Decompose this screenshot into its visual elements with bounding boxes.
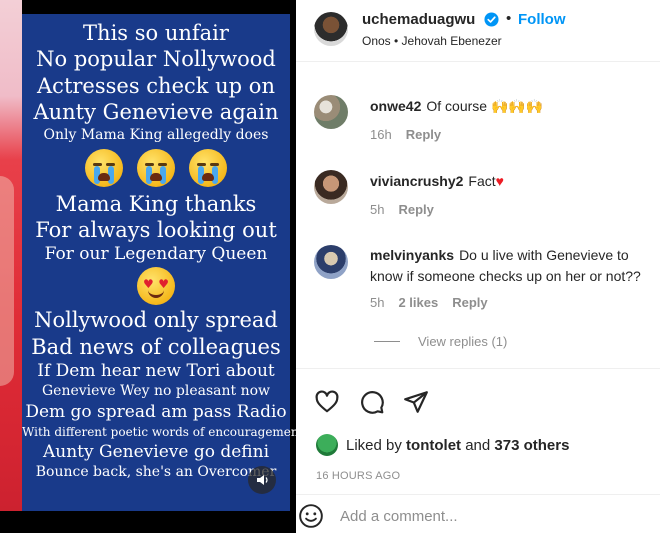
divider [296,494,660,495]
crying-emoji-row [22,145,290,191]
card-line: If Dem hear new Tori about [37,361,275,382]
follow-button[interactable]: Follow [518,11,566,28]
card-line: Mama King thanks [55,191,257,216]
card-text-block: This so unfair No popular Nollywood Actr… [22,20,296,482]
card-line: For our Legendary Queen [44,244,268,265]
post-side-panel: uchemaduagwu • Follow Onos • Jehovah Ebe… [296,0,660,533]
comment-username[interactable]: melvinyanks [370,247,454,263]
likes-others-link[interactable]: 373 others [494,437,569,454]
card-line: Only Mama King allegedly does [43,126,269,143]
audio-toggle-button[interactable] [248,466,276,494]
heart-eyes-face-icon: ♥ ♥ [137,267,175,306]
post-location[interactable]: Onos • Jehovah Ebenezer [362,34,502,48]
likes-connector: and [465,436,491,454]
comment-time: 16h [370,127,392,142]
heart-icon[interactable] [314,389,340,415]
header-separator: • [506,10,512,27]
likes-prefix: Liked by [346,436,402,454]
card-line: No popular Nollywood [36,47,276,72]
comment-time: 5h [370,295,385,310]
media-letterbox [0,511,296,533]
view-replies-button[interactable]: View replies (1) [374,334,507,349]
avatar[interactable] [314,12,348,46]
crying-face-icon [85,148,123,187]
share-icon[interactable] [403,389,429,415]
post-timestamp[interactable]: 16 HOURS AGO [316,470,400,482]
card-line: Actresses check up on [37,73,275,98]
post-header: uchemaduagwu • Follow Onos • Jehovah Ebe… [296,0,660,62]
divider [296,368,660,369]
card-line: Nollywood only spread [34,308,278,333]
avatar[interactable] [316,434,338,456]
avatar[interactable] [314,245,348,279]
avatar[interactable] [314,170,348,204]
comment-body: viviancrushy2 Fact♥ [370,171,660,192]
card-line: Aunty Genevieve go defini [42,442,270,463]
comment-body: melvinyanks Do u live with Genevieve to k… [370,245,660,287]
comment-meta: 5h Reply [370,202,448,217]
card-line: This so unfair [83,21,229,45]
photo-strip [0,0,22,533]
comment-likes-count[interactable]: 2 likes [398,295,438,310]
replies-divider [374,341,400,342]
comment-username[interactable]: onwe42 [370,98,421,114]
card-line: Dem go spread am pass Radio [25,402,287,423]
smile-icon[interactable] [298,503,324,529]
comment-time: 5h [370,202,385,217]
add-comment-input[interactable] [340,505,640,527]
comment-username[interactable]: viviancrushy2 [370,173,463,189]
crying-face-icon [137,148,175,187]
crying-face-icon [189,148,227,187]
card-line: Genevieve Wey no pleasant now [42,383,270,400]
view-replies-label: View replies (1) [418,334,508,349]
liker-username[interactable]: tontolet [406,437,461,454]
red-heart-icon: ♥ [495,173,504,189]
comment-meta: 5h 2 likes Reply [370,295,502,310]
comment-body: onwe42 Of course 🙌🙌🙌 [370,96,660,117]
comment-icon[interactable] [359,389,385,415]
card-line: Aunty Genevieve again [33,100,279,125]
heart-eyes-emoji-row: ♥ ♥ [22,265,290,307]
comment-text: Fact [468,173,496,189]
likes-summary: Liked by tontolet and 373 others [316,434,569,456]
reply-button[interactable]: Reply [406,127,441,142]
card-line: Bad news of colleagues [31,334,281,359]
verified-badge-icon [484,12,499,27]
reply-button[interactable]: Reply [452,295,487,310]
reply-button[interactable]: Reply [398,202,433,217]
card-line: For always looking out [35,218,277,243]
author-username[interactable]: uchemaduagwu [362,11,475,28]
comment-meta: 16h Reply [370,127,455,142]
avatar[interactable] [314,95,348,129]
card-line: With different poetic words of encourage… [22,425,296,440]
post-media[interactable]: This so unfair No popular Nollywood Actr… [0,0,296,533]
comment-text: Of course 🙌🙌🙌 [426,98,544,114]
audio-icon [257,475,268,485]
